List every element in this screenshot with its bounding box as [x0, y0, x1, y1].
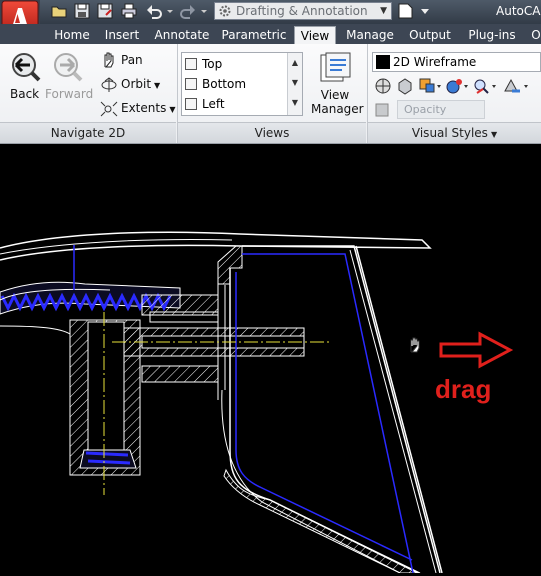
- gallery-expand-icon[interactable]: ▼: [288, 93, 302, 113]
- tab-view[interactable]: View: [294, 26, 336, 44]
- edge-style-icon[interactable]: [374, 77, 392, 95]
- opacity-label: Opacity: [404, 103, 447, 116]
- redo-dropdown-icon[interactable]: [200, 3, 208, 19]
- pan-button[interactable]: Pan: [121, 53, 143, 67]
- drag-arrow-icon: [439, 331, 514, 369]
- visual-style-value: 2D Wireframe: [393, 55, 477, 69]
- bottom-view-icon: [185, 78, 197, 90]
- x-ray-icon[interactable]: [374, 102, 392, 118]
- save-icon[interactable]: [74, 3, 90, 19]
- visual-styles-title: Visual Styles: [411, 126, 488, 140]
- back-button[interactable]: Back: [10, 87, 39, 101]
- orbit-label: Orbit: [121, 77, 152, 91]
- app-title: AutoCAD: [496, 4, 541, 18]
- chevron-down-icon: ▼: [380, 6, 387, 16]
- ribbon-tab-bar: Home Insert Annotate Parametric View Man…: [0, 24, 541, 44]
- title-bar: Drafting & Annotation ▼ AutoCAD: [0, 0, 541, 24]
- shadows-icon[interactable]: [418, 77, 442, 95]
- drawing-geometry: [0, 231, 443, 574]
- zoom-extents-icon: [100, 101, 118, 117]
- ribbon: Back Forward Pan Orbit ▼ Extents ▼ Navigat…: [0, 44, 541, 144]
- open-icon[interactable]: [51, 3, 67, 19]
- view-item-label: Top: [202, 57, 223, 71]
- view-item-top[interactable]: Top: [182, 54, 288, 74]
- top-view-icon: [185, 58, 197, 70]
- scroll-up-icon[interactable]: ▲: [288, 53, 302, 73]
- back-arrow-icon[interactable]: [8, 52, 42, 82]
- forward-arrow-icon: [50, 52, 84, 82]
- chevron-down-icon: ▼: [154, 81, 161, 90]
- textures-icon[interactable]: [502, 77, 532, 95]
- undo-dropdown-icon[interactable]: [166, 3, 174, 19]
- edge-effects-icon[interactable]: [472, 77, 498, 95]
- pan-hand-icon: [410, 337, 420, 353]
- forward-button: Forward: [45, 87, 94, 101]
- orbit-icon: [100, 77, 118, 93]
- views-scrollbar[interactable]: ▲ ▼ ▼: [287, 53, 302, 115]
- view-item-label: Left: [202, 97, 225, 111]
- wireframe-style-icon: [376, 55, 390, 69]
- tab-insert[interactable]: Insert: [100, 26, 144, 44]
- drag-annotation-label: drag: [435, 374, 491, 404]
- tab-home[interactable]: Home: [47, 26, 97, 44]
- view-item-left[interactable]: Left: [182, 94, 288, 114]
- extents-button[interactable]: Extents ▼: [121, 101, 176, 115]
- print-icon[interactable]: [121, 3, 137, 19]
- scroll-down-icon[interactable]: ▼: [288, 73, 302, 93]
- chevron-down-icon: ▼: [490, 130, 498, 139]
- views-gallery[interactable]: Top Bottom Left ▲ ▼ ▼: [181, 52, 303, 116]
- tab-manage[interactable]: Manage: [342, 26, 398, 44]
- opacity-slider[interactable]: Opacity: [397, 100, 485, 119]
- orbit-button[interactable]: Orbit ▼: [121, 77, 160, 91]
- save-as-icon[interactable]: [97, 3, 113, 19]
- redo-icon[interactable]: [180, 3, 196, 19]
- pan-hand-icon: [101, 52, 117, 68]
- drawing-canvas[interactable]: drag: [0, 150, 541, 574]
- tab-parametric[interactable]: Parametric: [219, 26, 289, 44]
- extents-label: Extents: [121, 101, 167, 115]
- tab-online[interactable]: O: [529, 26, 541, 44]
- gear-icon: [218, 4, 232, 22]
- tab-output[interactable]: Output: [404, 26, 456, 44]
- view-item-label: Bottom: [202, 77, 247, 91]
- panel-title-views: Views: [178, 122, 366, 143]
- workspace-label: Drafting & Annotation: [236, 4, 368, 18]
- color-effects-icon[interactable]: [444, 77, 470, 95]
- workspace-dropdown[interactable]: Drafting & Annotation ▼: [214, 2, 392, 20]
- view-manager-label-line1: View: [320, 88, 350, 102]
- view-manager-label-line2: Manager: [311, 102, 364, 116]
- tab-plug-ins[interactable]: Plug-ins: [462, 26, 522, 44]
- panel-title-visual-styles[interactable]: Visual Styles ▼: [368, 122, 541, 143]
- view-manager-icon: [318, 52, 352, 86]
- tab-annotate[interactable]: Annotate: [149, 26, 215, 44]
- left-view-icon: [185, 98, 197, 110]
- undo-icon[interactable]: [146, 3, 162, 19]
- visual-style-dropdown[interactable]: 2D Wireframe: [372, 52, 541, 72]
- panel-title-navigate-2d: Navigate 2D: [0, 122, 176, 143]
- new-document-icon[interactable]: [397, 3, 415, 19]
- chevron-down-icon: ▼: [169, 105, 176, 114]
- face-style-icon[interactable]: [396, 77, 414, 95]
- quick-access-menu-icon[interactable]: [419, 3, 431, 19]
- view-manager-button[interactable]: View Manager: [311, 88, 364, 116]
- view-item-bottom[interactable]: Bottom: [182, 74, 288, 94]
